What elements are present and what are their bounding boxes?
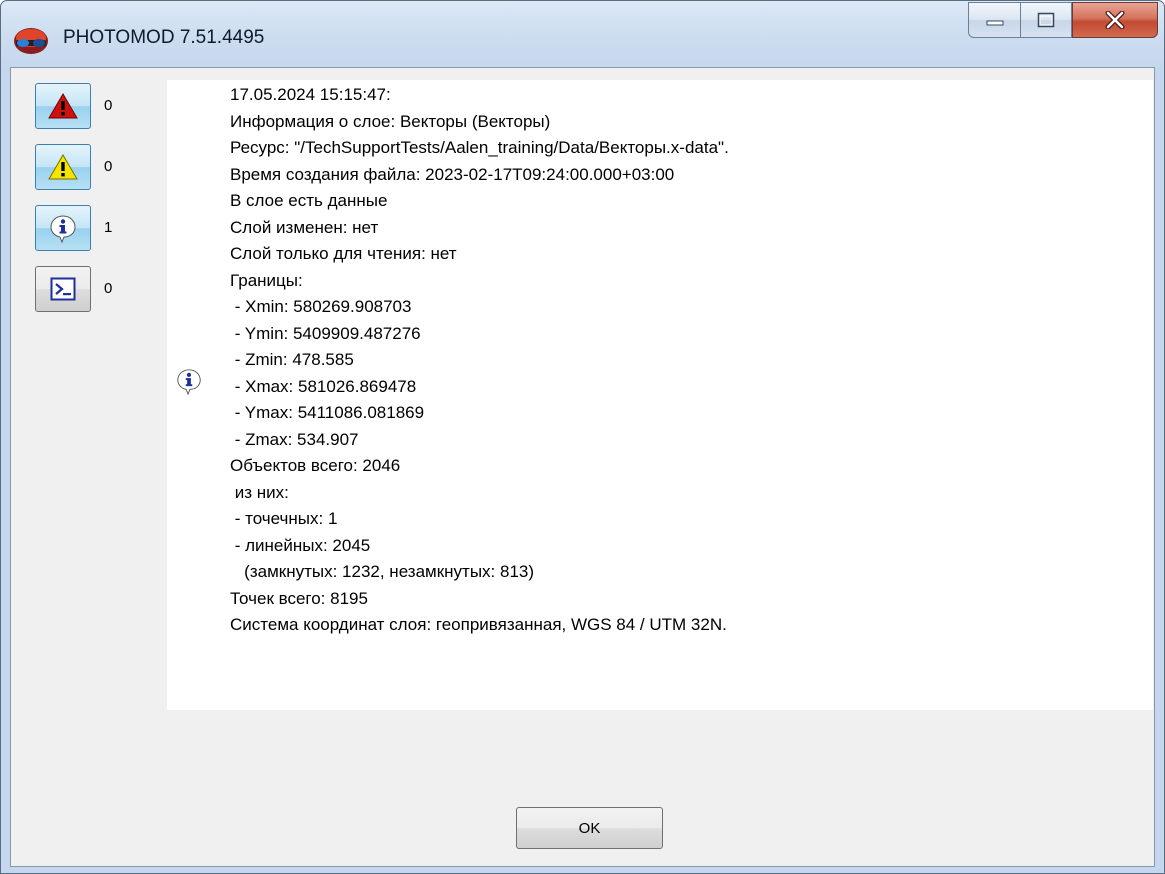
warning-count: 0	[104, 158, 113, 175]
console-icon	[50, 277, 76, 301]
log-line: Точек всего: 8195	[230, 588, 368, 608]
warning-icon	[48, 154, 78, 180]
photomod-dialog-window: PHOTOMOD 7.51.4495 0 0 1 0 17.05.2024 15…	[0, 0, 1165, 874]
log-line: Слой только для чтения: нет	[230, 244, 457, 263]
caption-buttons	[968, 2, 1158, 38]
info-icon	[50, 215, 76, 243]
log-line: - Ymax: 5411086.081869	[230, 403, 425, 422]
console-filter-button[interactable]	[35, 266, 91, 312]
error-count: 0	[104, 97, 113, 114]
error-filter-button[interactable]	[35, 83, 91, 129]
log-line: Слой изменен: нет	[230, 217, 379, 237]
info-count: 1	[104, 219, 113, 236]
maximize-button[interactable]	[1020, 2, 1072, 38]
console-count: 0	[104, 280, 113, 297]
log-line: Информация о слое: Векторы (Векторы)	[230, 111, 551, 131]
close-button[interactable]	[1072, 2, 1158, 38]
warning-filter-button[interactable]	[35, 144, 91, 190]
error-icon	[48, 93, 78, 119]
log-line: Система координат слоя: геопривязанная, …	[230, 615, 727, 634]
log-line: Границы:	[230, 270, 303, 290]
log-line: из них:	[230, 482, 289, 502]
ok-button[interactable]: OK	[516, 807, 663, 849]
log-line: Время создания файла: 2023-02-17T09:24:0…	[230, 164, 675, 184]
log-line: - линейных: 2045	[230, 535, 371, 555]
minimize-button[interactable]	[968, 2, 1020, 38]
log-line: - Xmax: 581026.869478	[230, 376, 417, 396]
log-line: - Zmin: 478.585	[230, 350, 354, 369]
log-line: - точечных: 1	[230, 509, 338, 528]
log-line: 17.05.2024 15:15:47:	[230, 85, 391, 104]
close-icon	[1105, 11, 1125, 29]
log-line: (замкнутых: 1232, незамкнутых: 813)	[230, 562, 535, 581]
log-line: - Zmax: 534.907	[230, 429, 359, 449]
info-filter-button[interactable]	[35, 205, 91, 251]
log-line: Объектов всего: 2046	[230, 456, 401, 475]
minimize-icon	[986, 20, 1003, 26]
window-title: PHOTOMOD 7.51.4495	[63, 27, 265, 48]
info-icon	[177, 369, 201, 395]
log-message-text: 17.05.2024 15:15:47: Информация о слое: …	[230, 82, 729, 639]
log-line: В слое есть данные	[230, 191, 388, 210]
maximize-icon	[1037, 12, 1055, 28]
title-bar[interactable]: PHOTOMOD 7.51.4495	[1, 1, 1164, 67]
log-line: Ресурс: "/TechSupportTests/Aalen_trainin…	[230, 138, 729, 157]
dialog-client-area: 0 0 1 0 17.05.2024 15:15:47: Информация …	[10, 67, 1155, 867]
log-line: - Xmin: 580269.908703	[230, 297, 412, 316]
log-line: - Ymin: 5409909.487276	[230, 323, 421, 343]
message-log-pane[interactable]: 17.05.2024 15:15:47: Информация о слое: …	[167, 80, 1153, 710]
stereo-glasses-icon	[14, 28, 48, 54]
